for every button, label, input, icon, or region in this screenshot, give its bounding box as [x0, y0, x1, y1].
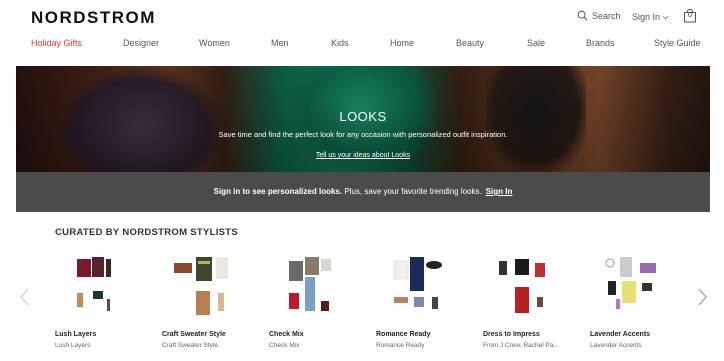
- nav-item-men[interactable]: Men: [271, 38, 289, 48]
- nav-item-style-guide[interactable]: Style Guide: [654, 38, 701, 48]
- look-card[interactable]: Lush Layers Lush Layers: [55, 253, 150, 358]
- look-card[interactable]: Check Mix Check Mix: [269, 253, 364, 358]
- hero-feedback-link-wrap: Tell us your ideas about Looks: [16, 152, 710, 159]
- look-name: Dress to Impress: [483, 331, 540, 338]
- sign-in-banner-text: Sign in to see personalized looks. Plus,…: [16, 187, 710, 196]
- nav-item-women[interactable]: Women: [199, 38, 230, 48]
- nav-item-sale[interactable]: Sale: [527, 38, 545, 48]
- carousel-prev-button[interactable]: [18, 287, 32, 307]
- shopping-bag-button[interactable]: 0: [683, 9, 697, 23]
- feedback-link[interactable]: Tell us your ideas about Looks: [316, 152, 410, 159]
- look-byline: Romance Ready: [376, 342, 425, 349]
- nav-item-brands[interactable]: Brands: [586, 38, 615, 48]
- look-byline: Craft Sweater Style: [162, 342, 218, 349]
- look-image: [77, 257, 111, 311]
- main-nav: Holiday Gifts Designer Women Men Kids Ho…: [0, 38, 724, 54]
- look-card[interactable]: Dress to Impress From J.Crew, Rachel Pa.…: [483, 253, 578, 358]
- brand-logo[interactable]: NORDSTROM: [31, 8, 156, 28]
- hero-title: LOOKS: [339, 109, 387, 124]
- sign-in-dropdown[interactable]: Sign In: [632, 12, 669, 22]
- look-image: [499, 259, 545, 313]
- look-name: Check Mix: [269, 331, 304, 338]
- nav-item-holiday-gifts[interactable]: Holiday Gifts: [31, 38, 82, 48]
- nav-item-designer[interactable]: Designer: [123, 38, 159, 48]
- look-name: Craft Sweater Style: [162, 331, 226, 338]
- look-name: Lavender Accents: [590, 331, 651, 338]
- nav-item-kids[interactable]: Kids: [331, 38, 349, 48]
- hero-subtitle: Save time and find the perfect look for …: [218, 130, 508, 139]
- look-image: [393, 257, 442, 309]
- look-byline: Lavender Accents: [590, 342, 642, 349]
- look-byline: Check Mix: [269, 342, 300, 349]
- chevron-right-icon: [698, 288, 707, 306]
- look-card[interactable]: Craft Sweater Style Craft Sweater Style: [162, 253, 257, 358]
- chevron-down-icon: [662, 15, 669, 19]
- hero-banner: LOOKS Save time and find the perfect loo…: [16, 66, 710, 172]
- sign-in-link[interactable]: Sign In: [486, 187, 513, 196]
- look-name: Lush Layers: [55, 331, 97, 338]
- search-label: Search: [592, 10, 621, 21]
- section-title: CURATED BY NORDSTROM STYLISTS: [55, 227, 239, 238]
- site-header: NORDSTROM Search Sign In 0: [0, 0, 724, 34]
- sign-in-banner-copy: Plus, save your favorite trending looks.: [342, 187, 482, 196]
- carousel-next-button[interactable]: [695, 287, 709, 307]
- look-card[interactable]: Lavender Accents Lavender Accents: [590, 253, 685, 358]
- bag-count: 0: [688, 12, 692, 19]
- nav-item-home[interactable]: Home: [390, 38, 414, 48]
- search-button[interactable]: Search: [577, 10, 621, 21]
- look-image: [605, 257, 656, 309]
- nav-item-beauty[interactable]: Beauty: [456, 38, 484, 48]
- search-icon: [577, 10, 588, 21]
- look-card[interactable]: Romance Ready Romance Ready: [376, 253, 471, 358]
- look-name: Romance Ready: [376, 331, 431, 338]
- sign-in-banner: Sign in to see personalized looks. Plus,…: [16, 172, 710, 212]
- chevron-left-icon: [20, 288, 29, 306]
- look-image: [289, 257, 331, 311]
- look-image: [174, 257, 228, 315]
- sign-in-banner-bold: Sign in to see personalized looks.: [213, 187, 343, 196]
- sign-in-label: Sign In: [632, 12, 661, 22]
- look-byline: From J.Crew, Rachel Pa...: [483, 342, 559, 349]
- look-byline: Lush Layers: [55, 342, 91, 349]
